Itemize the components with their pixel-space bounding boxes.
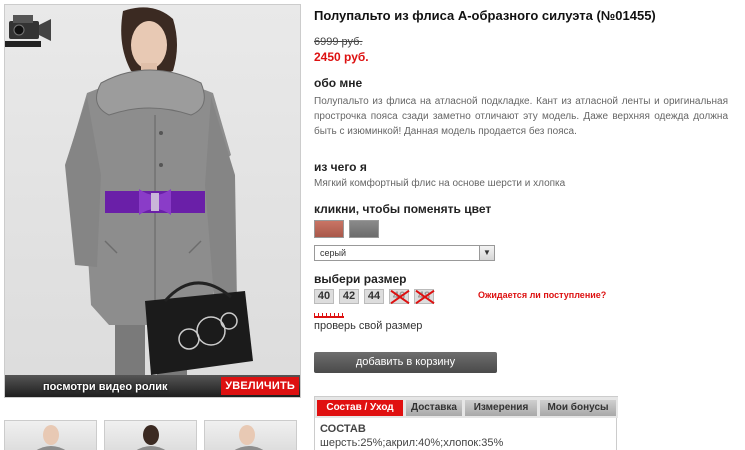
thumbnail-3[interactable] <box>204 420 297 450</box>
tab-composition-care[interactable]: Состав / Уход <box>317 400 403 416</box>
size-option-46-unavailable: 46 <box>389 289 409 304</box>
product-main-image[interactable]: посмотри видео ролик УВЕЛИЧИТЬ <box>4 4 301 398</box>
chevron-down-icon[interactable]: ▼ <box>479 246 494 260</box>
details-tabs: Состав / Уход Доставка Измерения Мои бон… <box>314 396 618 450</box>
material-heading: из чего я <box>314 160 367 174</box>
color-select-value: серый <box>320 248 347 258</box>
zoom-button[interactable]: УВЕЛИЧИТЬ <box>221 377 299 395</box>
color-heading: кликни, чтобы поменять цвет <box>314 202 492 216</box>
watch-video-link[interactable]: посмотри видео ролик <box>43 381 168 393</box>
check-size-link[interactable]: проверь свой размер <box>314 320 422 332</box>
old-price: 6999 руб. <box>314 36 363 48</box>
color-swatch-terracotta[interactable] <box>314 220 344 238</box>
color-select[interactable]: серый ▼ <box>314 245 495 261</box>
thumbnail-1[interactable] <box>4 420 97 450</box>
size-option-44[interactable]: 44 <box>364 289 384 304</box>
size-option-40[interactable]: 40 <box>314 289 334 304</box>
video-camera-icon[interactable] <box>5 5 55 49</box>
add-to-cart-button[interactable]: добавить в корзину <box>314 352 497 373</box>
color-swatch-gray[interactable] <box>349 220 379 238</box>
thumbnail-2[interactable] <box>104 420 197 450</box>
product-title: Полупальто из флиса А-образного силуэта … <box>314 8 656 23</box>
tab-measurements[interactable]: Измерения <box>465 400 537 416</box>
composition-text: шерсть:25%;акрил:40%;хлопок:35% <box>320 437 504 449</box>
size-option-48-unavailable: 48 <box>414 289 434 304</box>
coat-model-illustration <box>65 7 253 397</box>
tab-delivery[interactable]: Доставка <box>406 400 462 416</box>
sale-price: 2450 руб. <box>314 50 369 64</box>
waitlist-link[interactable]: Ожидается ли поступление? <box>478 290 606 300</box>
ruler-icon[interactable] <box>314 313 344 318</box>
size-heading: выбери размер <box>314 272 407 286</box>
about-text: Полупальто из флиса на атласной подкладк… <box>314 96 728 137</box>
material-text: Мягкий комфортный флис на основе шерсти … <box>314 178 566 189</box>
size-option-42[interactable]: 42 <box>339 289 359 304</box>
tab-bar: Состав / Уход Доставка Измерения Мои бон… <box>315 396 618 418</box>
tab-bonuses[interactable]: Мои бонусы <box>540 400 616 416</box>
composition-heading: СОСТАВ <box>320 423 366 435</box>
about-heading: обо мне <box>314 76 363 90</box>
